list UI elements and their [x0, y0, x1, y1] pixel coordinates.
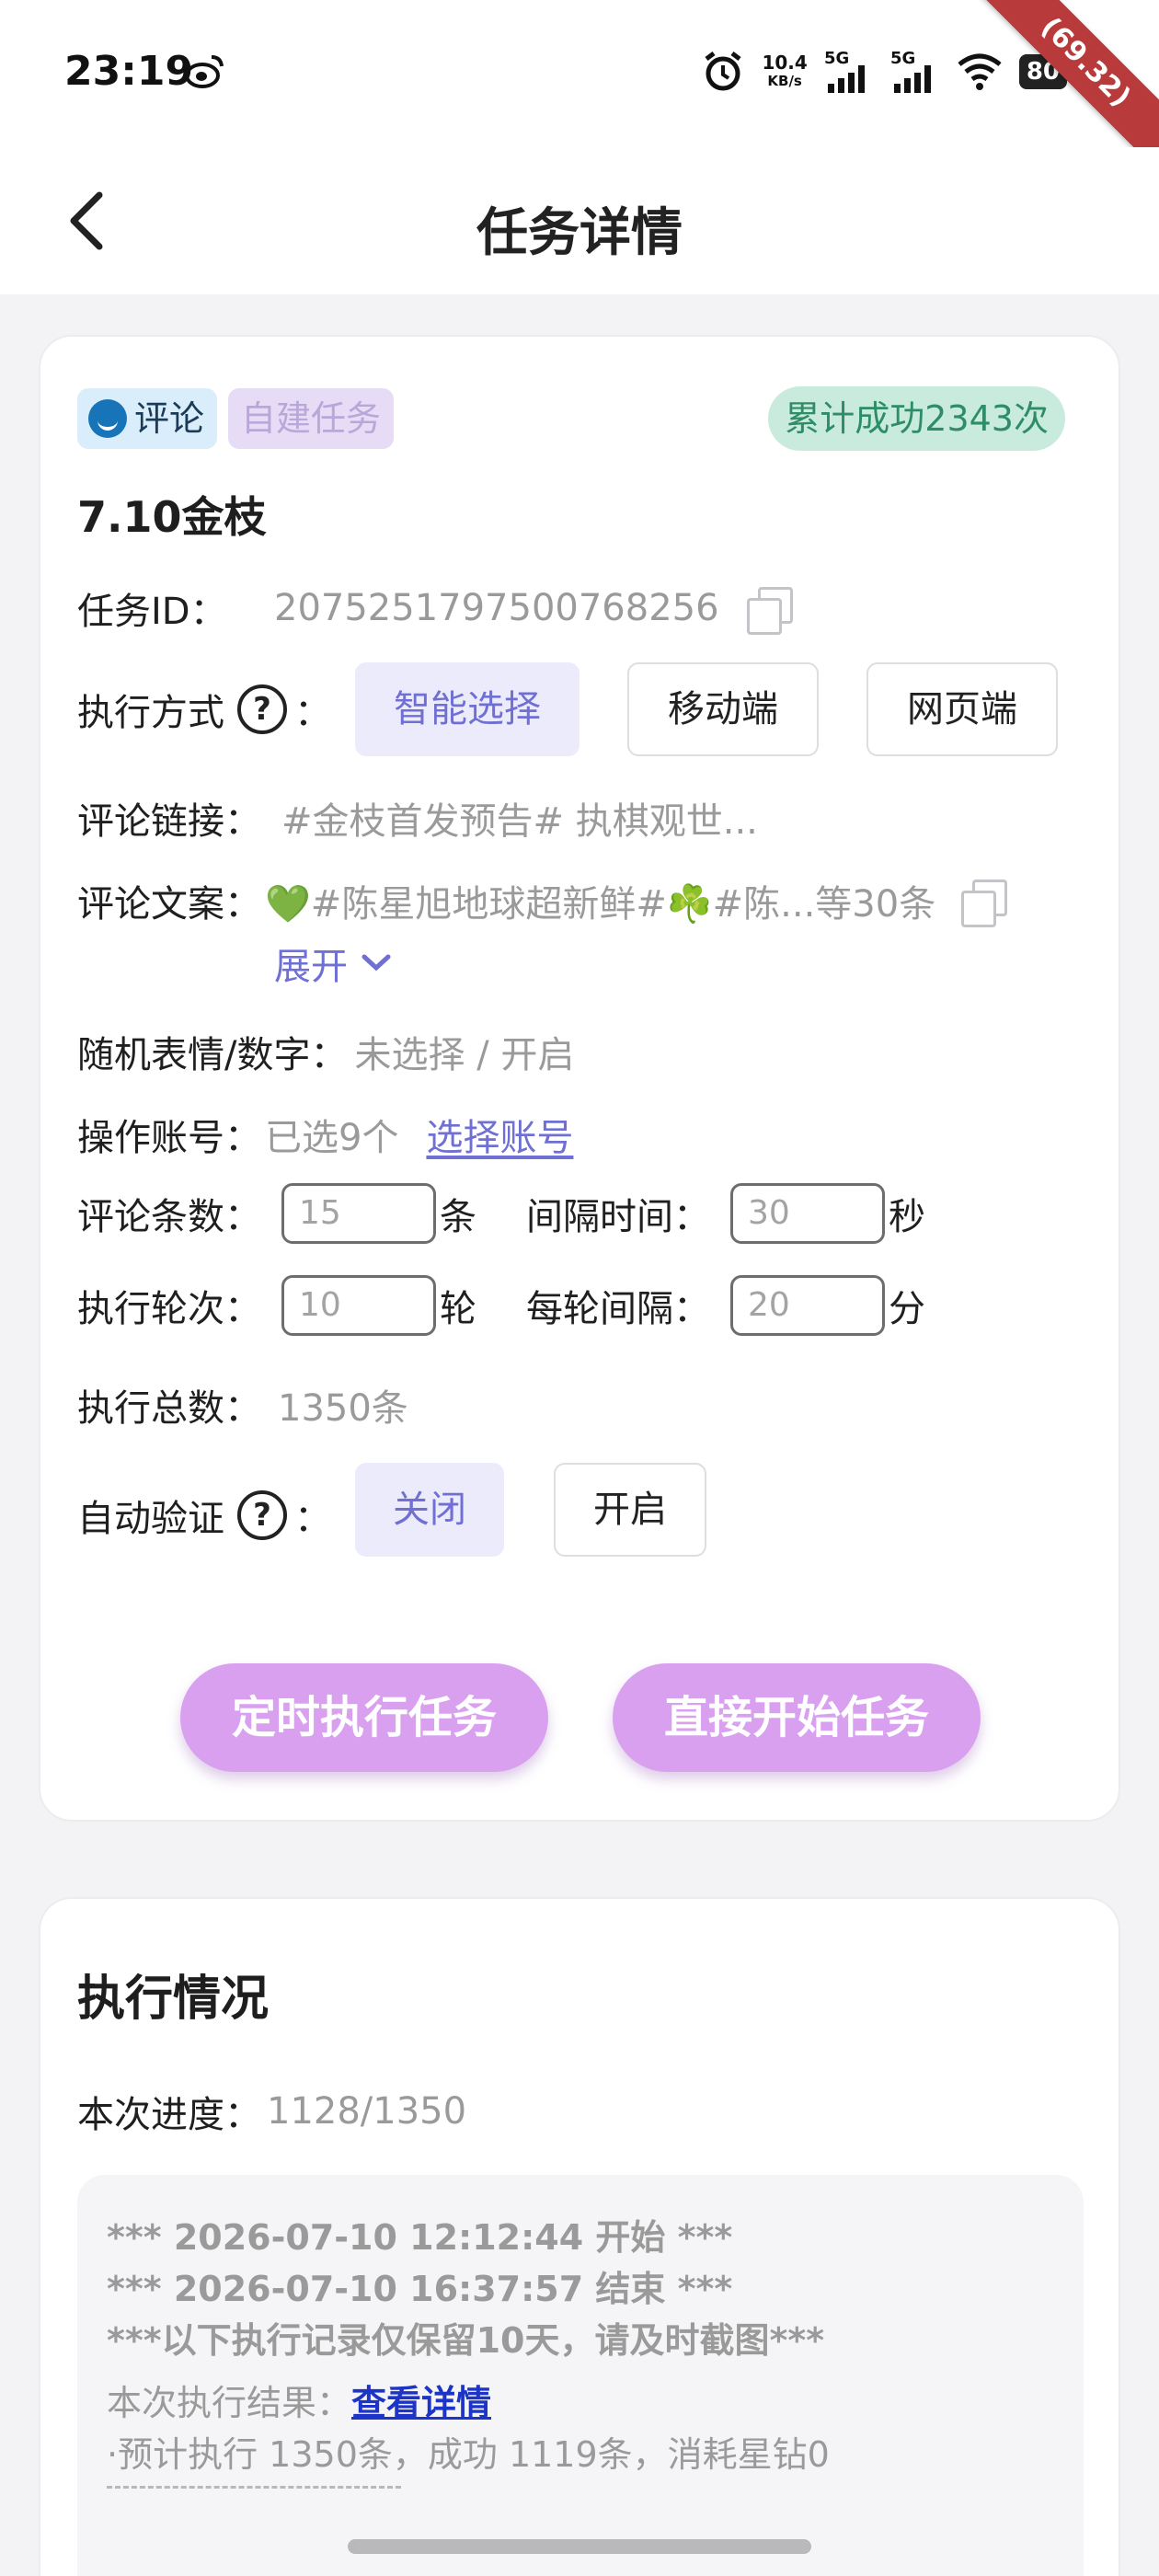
random-emoji-row: 随机表情/数字： 未选择 / 开启 [77, 1025, 574, 1078]
result-summary: ·预计执行 1350条，成功 1119条，消耗星钻0 [107, 2434, 830, 2475]
scheduled-run-button[interactable]: 定时执行任务 [180, 1663, 548, 1772]
progress-row: 本次进度： 1128/1350 [77, 2085, 466, 2138]
comment-link-value[interactable]: #金枝首发预告# 执棋观世... [281, 791, 758, 845]
interval-input[interactable]: 30 [730, 1183, 885, 1244]
auto-verify-row: 自动验证 ? ： [77, 1489, 331, 1542]
log-end: *** 2026-07-10 16:37:57 结束 *** [107, 2269, 733, 2309]
task-name: 7.10金枝 [77, 492, 267, 542]
help-icon[interactable]: ? [237, 684, 287, 734]
copy-icon[interactable] [958, 876, 1008, 927]
home-indicator[interactable] [348, 2539, 811, 2554]
network-rate: 10.4 KB/s [762, 52, 808, 89]
status-time: 23:19 [64, 48, 194, 95]
result-row: 本次执行结果：查看详情 [107, 2383, 492, 2423]
tag-comment: 评论 [77, 388, 218, 449]
rounds-row: 执行轮次： 10 轮 每轮间隔： 20 分 [77, 1275, 925, 1336]
app-header: 任务详情 [0, 147, 1159, 294]
wifi-icon [958, 53, 1002, 90]
total-row: 执行总数： 1350条 [77, 1378, 408, 1432]
rounds-input[interactable]: 10 [281, 1275, 436, 1336]
signal-icon-2: 5G [890, 49, 931, 93]
auto-verify-label: 自动验证 [77, 1498, 224, 1540]
copy-icon[interactable] [743, 583, 793, 635]
divider [107, 2486, 401, 2489]
task-id-label: 任务ID： [77, 591, 227, 633]
select-accounts-link[interactable]: 选择账号 [426, 1108, 573, 1161]
total-label: 执行总数： [77, 1387, 261, 1430]
task-id-value: 2075251797500768256 [274, 587, 719, 629]
random-emoji-value: 未选择 / 开启 [354, 1034, 575, 1076]
comment-link-row: 评论链接： #金枝首发预告# 执棋观世... [77, 791, 758, 845]
progress-label: 本次进度： [77, 2094, 261, 2136]
task-detail-card: 评论 自建任务 累计成功2343次 7.10金枝 任务ID： 207525179… [39, 335, 1120, 1822]
status-bar: 23:19 10.4 KB/s 5G 5G 80 (69.32) [0, 0, 1159, 178]
signal-icon: 5G [824, 49, 865, 93]
comment-text-value: 💚#陈星旭地球超新鲜#☘️#陈...等30条 [265, 883, 936, 926]
exec-mode-web[interactable]: 网页端 [866, 662, 1058, 756]
comment-count-label: 评论条数： [77, 1196, 261, 1238]
accounts-label: 操作账号： [77, 1117, 261, 1159]
exec-mode-smart[interactable]: 智能选择 [355, 662, 580, 756]
success-count-badge: 累计成功2343次 [768, 386, 1065, 451]
rounds-label: 执行轮次： [77, 1288, 261, 1330]
comment-text-label: 评论文案： [77, 883, 261, 926]
execution-card: 执行情况 本次进度： 1128/1350 *** 2026-07-10 12:1… [39, 1897, 1120, 2576]
alarm-icon [705, 52, 741, 91]
execution-log: *** 2026-07-10 12:12:44 开始 *** *** 2026-… [77, 2175, 1084, 2576]
auto-verify-on[interactable]: 开启 [554, 1463, 706, 1557]
exec-mode-mobile[interactable]: 移动端 [627, 662, 819, 756]
comment-text-row: 评论文案： 💚#陈星旭地球超新鲜#☘️#陈...等30条 [77, 874, 1008, 927]
accounts-value: 已选9个 [265, 1117, 399, 1159]
round-interval-label: 每轮间隔： [526, 1288, 710, 1330]
chevron-down-icon [361, 954, 391, 972]
exec-mode-label: 执行方式 [77, 692, 224, 734]
tag-self-built: 自建任务 [228, 388, 395, 449]
accounts-row: 操作账号： 已选9个 选择账号 [77, 1108, 573, 1161]
auto-verify-off[interactable]: 关闭 [355, 1463, 504, 1557]
expand-toggle[interactable]: 展开 [274, 937, 392, 990]
task-id-row: 任务ID： 2075251797500768256 [77, 581, 793, 635]
execution-title: 执行情况 [77, 1972, 270, 2027]
svg-text:5G: 5G [890, 49, 915, 68]
interval-label: 间隔时间： [526, 1196, 710, 1238]
total-value: 1350条 [278, 1387, 408, 1430]
round-interval-input[interactable]: 20 [730, 1275, 885, 1336]
random-emoji-label: 随机表情/数字： [77, 1034, 348, 1076]
comment-bubble-icon [88, 399, 127, 438]
exec-mode-row: 执行方式 ? ： [77, 683, 331, 736]
status-icons: 10.4 KB/s 5G 5G 80 [701, 44, 1067, 99]
comment-link-label: 评论链接： [77, 800, 261, 843]
log-notice: ***以下执行记录仅保留10天，请及时截图*** [107, 2320, 825, 2361]
comment-count-row: 评论条数： 15 条 间隔时间： 30 秒 [77, 1183, 925, 1244]
view-details-link[interactable]: 查看详情 [351, 2383, 491, 2423]
log-start: *** 2026-07-10 12:12:44 开始 *** [107, 2217, 733, 2258]
comment-count-input[interactable]: 15 [281, 1183, 436, 1244]
svg-text:5G: 5G [824, 49, 849, 68]
start-now-button[interactable]: 直接开始任务 [613, 1663, 981, 1772]
help-icon[interactable]: ? [237, 1490, 287, 1540]
page-title: 任务详情 [476, 203, 683, 263]
progress-value: 1128/1350 [267, 2090, 467, 2133]
weibo-icon [185, 55, 224, 88]
